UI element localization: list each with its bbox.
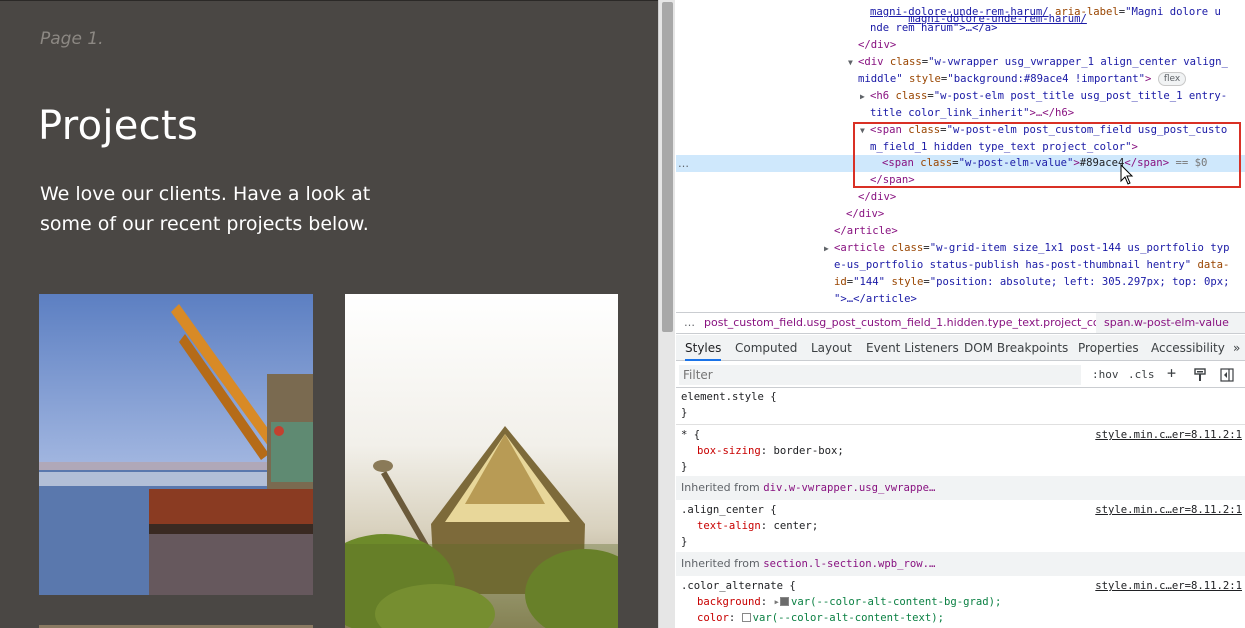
prop-background[interactable]: background: ▸ var(--color-alt-content-bg-…: [697, 594, 1001, 610]
breadcrumb-item-span-value[interactable]: span.w-post-elm-value: [1096, 313, 1245, 333]
sidebar-tabs: Styles Computed Layout Event Listeners D…: [676, 335, 1245, 361]
rule-close: }: [681, 536, 688, 548]
rule-align-center[interactable]: .align_center {: [681, 502, 777, 518]
dom-line-article-cont3[interactable]: ">…</article>: [834, 291, 917, 308]
dom-line-article-cont[interactable]: e-us_portfolio status-publish has-post-t…: [834, 257, 1229, 274]
dom-line-div-vwrapper[interactable]: ▼ <div class="w-vwrapper usg_vwrapper_1 a…: [848, 54, 1228, 71]
tab-event-listeners[interactable]: Event Listeners: [866, 335, 959, 361]
highlight-box: [853, 122, 1241, 188]
project-thumbnail-canoe[interactable]: [345, 294, 618, 628]
dom-line-close-div-2[interactable]: </div>: [858, 189, 896, 206]
dom-line-article-cont2[interactable]: id="144" style="position: absolute; left…: [834, 274, 1229, 291]
canoe-image: [345, 294, 618, 628]
expand-triangle-icon[interactable]: ▶: [860, 88, 870, 105]
devtools-panel: magni-dolore-unde-rem-harum/ magni-dolor…: [676, 0, 1245, 628]
prop-color[interactable]: color: var(--color-alt-content-text);: [697, 610, 944, 626]
styles-pane: element.style { } * { style.min.c…er=8.1…: [676, 389, 1245, 628]
stylesheet-link[interactable]: style.min.c…er=8.11.2:1: [1095, 427, 1242, 443]
dom-line-article[interactable]: ▶ <article class="w-grid-item size_1x1 po…: [824, 240, 1229, 257]
dom-line-close-article[interactable]: </article>: [834, 223, 898, 240]
tab-dom-breakpoints[interactable]: DOM Breakpoints: [964, 335, 1068, 361]
website-viewport: Page 1. Projects We love our clients. Ha…: [0, 0, 658, 628]
expand-triangle-icon[interactable]: ▶: [824, 240, 834, 257]
website-scrollbar[interactable]: [658, 0, 675, 628]
mouse-cursor-icon: [1120, 164, 1134, 185]
tab-layout[interactable]: Layout: [811, 335, 852, 361]
inherited-header-section: Inherited from section.l-section.wpb_row…: [676, 552, 1245, 576]
dom-line-close-div[interactable]: </div>: [858, 37, 896, 54]
styles-filter-bar: :hov .cls +: [676, 362, 1245, 388]
inherited-selector-link[interactable]: section.l-section.wpb_row.…: [763, 558, 935, 570]
tab-computed[interactable]: Computed: [735, 335, 797, 361]
new-rule-plus-icon[interactable]: +: [1167, 364, 1176, 382]
stylesheet-link[interactable]: style.min.c…er=8.11.2:1: [1095, 502, 1242, 518]
rule-close: }: [681, 461, 688, 473]
page-label: Page 1.: [40, 29, 104, 49]
stylesheet-link[interactable]: style.min.c…er=8.11.2:1: [1095, 578, 1242, 594]
tab-styles[interactable]: Styles: [685, 335, 722, 361]
rule-universal-selector[interactable]: * {: [681, 427, 700, 443]
prop-text-align[interactable]: text-align: center;: [697, 518, 818, 534]
rule-divider: [676, 424, 1245, 425]
breadcrumb: … post_custom_field.usg_post_custom_fiel…: [676, 312, 1245, 334]
prop-box-sizing[interactable]: box-sizing: border-box;: [697, 443, 844, 459]
page-title: Projects: [38, 103, 199, 149]
rule-color-alternate[interactable]: .color_alternate {: [681, 578, 796, 594]
styles-filter-input[interactable]: [679, 365, 1081, 385]
more-tabs-chevron-icon[interactable]: »: [1233, 335, 1240, 361]
dom-line-anchor[interactable]: magni-dolore-unde-rem-harum/ aria-label=…: [870, 4, 1221, 21]
inherited-header-vwrapper: Inherited from div.w-vwrapper.usg_vwrapp…: [676, 476, 1245, 500]
breadcrumb-ellipsis[interactable]: …: [684, 313, 695, 333]
breadcrumb-item-custom-field[interactable]: post_custom_field.usg_post_custom_field_…: [704, 313, 1114, 333]
scrollbar-thumb[interactable]: [662, 2, 673, 332]
intro-text: We love our clients. Have a look at some…: [40, 183, 371, 235]
dom-line-h6-cont[interactable]: title color_link_inherit">…</h6>: [870, 105, 1074, 122]
rule-close: }: [681, 407, 688, 419]
project-thumbnail-crane[interactable]: [39, 294, 313, 595]
rule-element-style[interactable]: element.style {: [681, 389, 777, 405]
dom-line-close-div-3[interactable]: </div>: [846, 206, 884, 223]
dom-line-h6[interactable]: ▶ <h6 class="w-post-elm post_title usg_po…: [860, 88, 1227, 105]
more-options-icon[interactable]: …: [678, 155, 689, 172]
elements-tree: magni-dolore-unde-rem-harum/ magni-dolor…: [676, 0, 1245, 310]
collapse-triangle-icon[interactable]: ▼: [848, 54, 858, 71]
toggle-sidebar-icon[interactable]: [1220, 368, 1234, 382]
flex-badge[interactable]: flex: [1157, 72, 1187, 86]
hov-button[interactable]: :hov: [1092, 366, 1119, 384]
color-swatch[interactable]: [741, 613, 751, 622]
dom-line-anchor-cont[interactable]: nde rem harum">…</a>: [870, 20, 998, 37]
paint-brush-icon[interactable]: [1193, 368, 1207, 382]
dom-line-div-vwrapper-cont[interactable]: middle" style="background:#89ace4 !impor…: [858, 71, 1187, 88]
color-swatch[interactable]: [779, 597, 789, 606]
tab-properties[interactable]: Properties: [1078, 335, 1139, 361]
tab-accessibility[interactable]: Accessibility: [1151, 335, 1225, 361]
inherited-selector-link[interactable]: div.w-vwrapper.usg_vwrappe…: [763, 482, 935, 494]
crane-barge-image: [39, 294, 313, 595]
cls-button[interactable]: .cls: [1128, 366, 1155, 384]
